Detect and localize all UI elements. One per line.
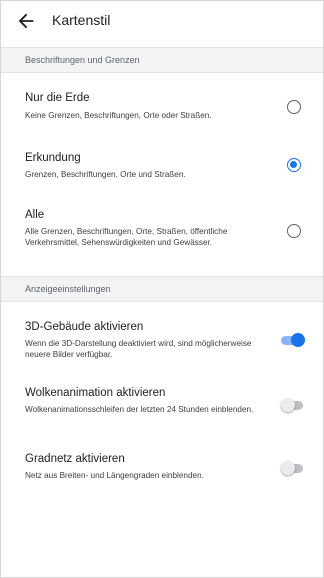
setting-subtitle: Wolkenanimationsschleifen der letzten 24… (25, 405, 254, 414)
toggle-graticule[interactable] (281, 461, 305, 475)
setting-title: 3D-Gebäude aktivieren (25, 321, 144, 333)
setting-subtitle: Wenn die 3D-Darstellung deaktiviert wird… (25, 339, 252, 359)
section-header-labels-text: Beschriftungen und Grenzen (25, 55, 140, 65)
option-title: Nur die Erde (25, 92, 90, 104)
app-bar: Kartenstil (1, 1, 323, 41)
option-subtitle: Keine Grenzen, Beschriftungen, Orte oder… (25, 111, 212, 120)
map-style-option-exploration[interactable]: Erkundung Grenzen, Beschriftungen, Orte … (1, 140, 323, 200)
page-title: Kartenstil (52, 12, 111, 28)
setting-graticule[interactable]: Gradnetz aktivieren Netz aus Breiten- un… (1, 439, 323, 495)
arrow-left-icon (18, 13, 34, 29)
setting-title: Gradnetz aktivieren (25, 453, 125, 465)
option-title: Alle (25, 209, 45, 221)
option-subtitle: Alle Grenzen, Beschriftungen, Orte, Stra… (25, 227, 228, 247)
toggle-thumb (281, 461, 295, 475)
map-style-option-all[interactable]: Alle Alle Grenzen, Beschriftungen, Orte,… (1, 200, 323, 275)
radio-exploration[interactable] (287, 158, 301, 172)
toggle-cloud-animation[interactable] (281, 398, 305, 412)
map-style-option-earth-only[interactable]: Nur die Erde Keine Grenzen, Beschriftung… (1, 74, 323, 140)
setting-subtitle: Netz aus Breiten- und Längengraden einbl… (25, 471, 204, 480)
section-header-display: Anzeigeeinstellungen (1, 276, 323, 302)
option-subtitle: Grenzen, Beschriftungen, Orte und Straße… (25, 170, 186, 179)
section-header-labels: Beschriftungen und Grenzen (1, 47, 323, 73)
back-button[interactable] (15, 10, 37, 32)
toggle-3d-buildings[interactable] (281, 333, 305, 347)
setting-title: Wolkenanimation aktivieren (25, 387, 166, 399)
radio-earth-only[interactable] (287, 100, 301, 114)
setting-cloud-animation[interactable]: Wolkenanimation aktivieren Wolkenanimati… (1, 375, 323, 439)
option-title: Erkundung (25, 152, 81, 164)
radio-all[interactable] (287, 224, 301, 238)
section-header-display-text: Anzeigeeinstellungen (25, 284, 111, 294)
toggle-thumb (281, 398, 295, 412)
settings-screen: Kartenstil Beschriftungen und Grenzen Nu… (0, 0, 324, 578)
toggle-thumb (291, 333, 305, 347)
setting-3d-buildings[interactable]: 3D-Gebäude aktivieren Wenn die 3D-Darste… (1, 303, 323, 375)
